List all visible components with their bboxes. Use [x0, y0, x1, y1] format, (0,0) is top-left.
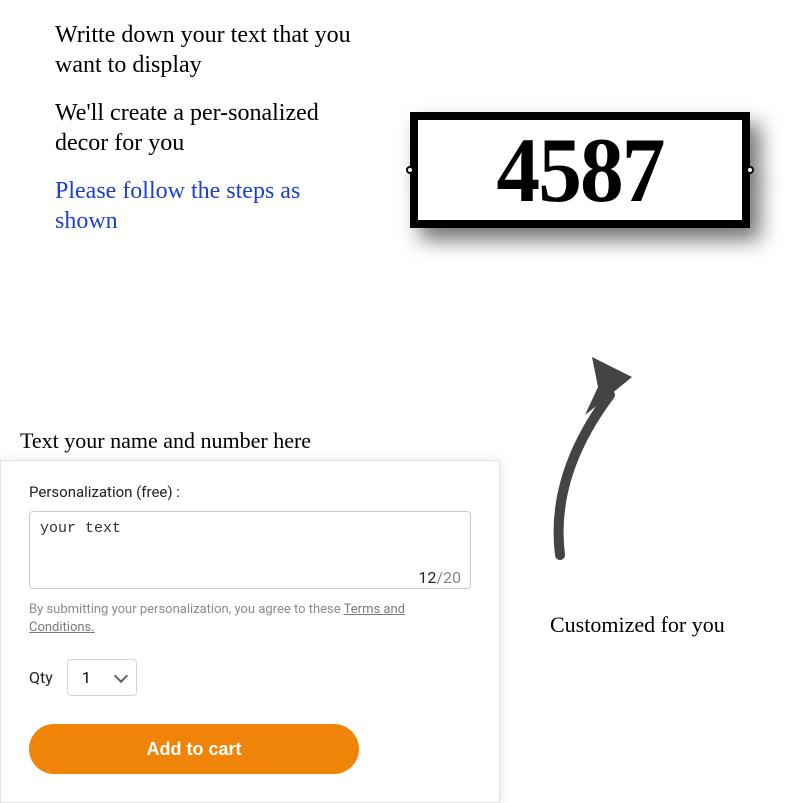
personalization-textarea-wrap: 12/20	[29, 511, 471, 593]
customized-caption: Customized for you	[550, 612, 725, 638]
arrow-icon	[540, 345, 660, 565]
instructions-block: Writte down your text that you want to d…	[55, 20, 355, 254]
sign-frame: 4587	[410, 112, 750, 228]
char-counter: 12/20	[418, 568, 461, 587]
personalization-textarea[interactable]	[29, 511, 471, 589]
add-to-cart-button[interactable]: Add to cart	[29, 724, 359, 774]
qty-value: 1	[82, 668, 91, 687]
product-sign-preview: 4587	[410, 112, 750, 228]
qty-label: Qty	[29, 668, 53, 687]
instruction-line-3: Please follow the steps as shown	[55, 176, 355, 236]
sign-mount-hole-left	[406, 166, 414, 174]
personalization-label: Personalization (free) :	[29, 483, 471, 501]
instruction-line-1: Writte down your text that you want to d…	[55, 20, 355, 80]
terms-prefix: By submitting your personalization, you …	[29, 602, 344, 617]
instruction-line-2: We'll create a per-sonalized decor for y…	[55, 98, 355, 158]
terms-text: By submitting your personalization, you …	[29, 601, 471, 637]
qty-row: Qty 1	[29, 659, 471, 696]
personalization-panel: Personalization (free) : 12/20 By submit…	[0, 460, 500, 803]
input-caption: Text your name and number here	[20, 428, 311, 454]
char-count-max: /20	[436, 568, 461, 587]
sign-number: 4587	[496, 124, 663, 216]
qty-select[interactable]: 1	[67, 659, 137, 696]
char-count-current: 12	[418, 568, 436, 587]
sign-mount-hole-right	[746, 166, 754, 174]
